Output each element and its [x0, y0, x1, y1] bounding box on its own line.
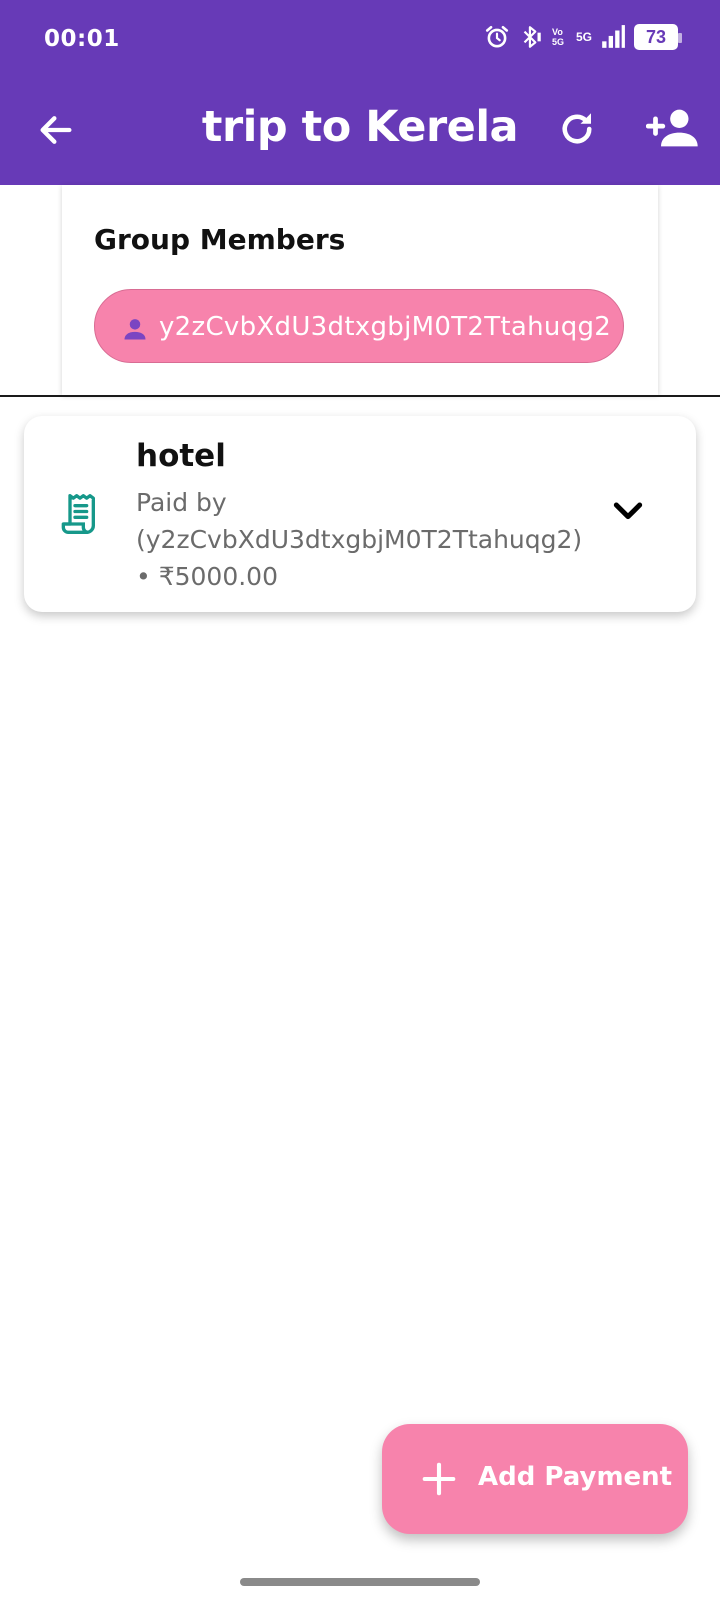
- bluetooth-icon: [523, 26, 541, 48]
- home-indicator[interactable]: [240, 1578, 480, 1586]
- app-header: 00:01 Vo 5G 5G 73 trip to Kerela: [0, 0, 720, 185]
- member-name: y2zCvbXdU3dtxgbjM0T2Ttahuqg2: [159, 312, 612, 342]
- add-payment-button[interactable]: Add Payment: [382, 1424, 688, 1534]
- status-time: 00:01: [44, 26, 120, 52]
- expense-payer: (y2zCvbXdU3dtxgbjM0T2Ttahuqg2): [136, 525, 583, 554]
- alarm-icon: [485, 25, 509, 48]
- network-type-label: 5G: [575, 30, 592, 44]
- expense-paid-by-label: Paid by: [136, 488, 227, 517]
- status-icons: Vo 5G 5G 73: [484, 24, 682, 50]
- group-members-heading: Group Members: [94, 223, 346, 256]
- group-members-card: Group Members y2zCvbXdU3dtxgbjM0T2Ttahuq…: [62, 185, 658, 395]
- add-payment-label: Add Payment: [478, 1462, 673, 1492]
- expense-title: hotel: [136, 438, 226, 474]
- expense-list-item[interactable]: hotel Paid by (y2zCvbXdU3dtxgbjM0T2Ttahu…: [24, 416, 696, 612]
- receipt-icon: [61, 493, 96, 534]
- expense-amount: • ₹5000.00: [136, 562, 278, 591]
- app-bar: trip to Kerela: [0, 84, 720, 185]
- battery-indicator: 73: [634, 24, 682, 50]
- expense-details: Paid by (y2zCvbXdU3dtxgbjM0T2Ttahuqg2) •…: [136, 484, 596, 595]
- signal-icon: [602, 25, 625, 48]
- person-icon: [124, 319, 146, 340]
- volte-label: Vo 5G: [551, 27, 564, 47]
- chevron-down-icon[interactable]: [608, 490, 648, 530]
- person-add-icon[interactable]: [646, 106, 698, 150]
- section-divider: [0, 395, 720, 397]
- refresh-icon[interactable]: [556, 108, 598, 150]
- status-bar: 00:01 Vo 5G 5G 73: [0, 0, 720, 84]
- page-title: trip to Kerela: [201, 102, 519, 152]
- member-chip[interactable]: y2zCvbXdU3dtxgbjM0T2Ttahuqg2: [94, 289, 624, 363]
- plus-icon: [422, 1462, 456, 1496]
